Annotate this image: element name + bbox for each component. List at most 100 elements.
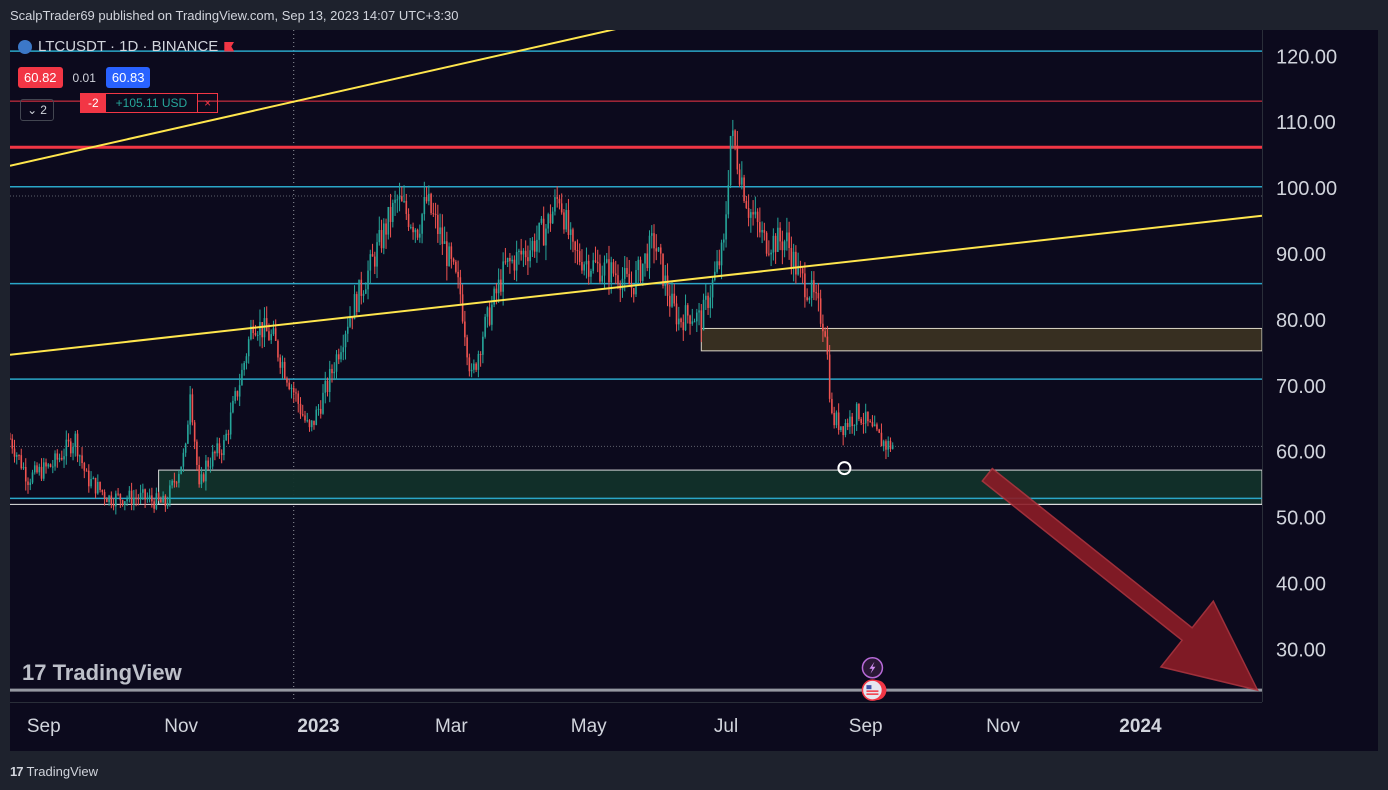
candle-body xyxy=(867,411,869,422)
price-tick-label: 60.00 xyxy=(1276,442,1326,464)
candle-body xyxy=(160,499,162,503)
candle-body xyxy=(804,273,806,298)
chart-frame[interactable]: 17 TradingView 120.00 110.00 100.00 90.00 80.… xyxy=(10,30,1378,751)
candle-body xyxy=(38,466,41,473)
candle-body xyxy=(511,259,513,262)
price-chart[interactable]: 17 TradingView 120.00 110.00 100.00 90.00 80.… xyxy=(10,30,1378,751)
candle-body xyxy=(461,294,464,322)
tradingview-logo-icon: 17 xyxy=(10,763,24,779)
candle-body xyxy=(851,416,853,427)
candle-body xyxy=(27,481,29,485)
candle-body xyxy=(628,273,631,285)
candle-body xyxy=(813,280,815,293)
candle-body xyxy=(596,261,599,264)
time-tick-label: Nov xyxy=(986,716,1020,737)
candle-body xyxy=(333,371,336,374)
candle-body xyxy=(558,198,561,204)
candle-body xyxy=(736,145,739,170)
us-flag-icon xyxy=(861,679,884,701)
legend-toggle-button[interactable]: ⌄ 2 xyxy=(20,99,54,121)
candle-body xyxy=(531,240,534,251)
candle-body xyxy=(556,197,558,199)
candle-body xyxy=(477,354,480,370)
candle-body xyxy=(117,493,119,495)
flag-icon[interactable] xyxy=(224,41,235,52)
candle-body xyxy=(470,369,473,372)
candle-body xyxy=(121,500,124,506)
candle-body xyxy=(853,424,856,427)
candle-body xyxy=(635,270,637,295)
candle-body xyxy=(29,482,32,485)
candle-body xyxy=(565,210,567,230)
candle-body xyxy=(243,362,245,370)
candle-body xyxy=(657,247,660,252)
candle-body xyxy=(763,229,766,233)
candle-body xyxy=(765,232,768,254)
candle-body xyxy=(795,251,797,275)
candle-body xyxy=(468,357,471,372)
candle-body xyxy=(76,433,79,457)
candle-body xyxy=(277,340,279,358)
candle-body xyxy=(723,239,725,243)
candle-body xyxy=(33,465,36,473)
candle-body xyxy=(103,492,106,499)
candle-body xyxy=(189,394,191,425)
candle-body xyxy=(290,387,293,390)
candle-body xyxy=(310,420,313,428)
price-tick-label: 90.00 xyxy=(1276,244,1326,266)
candle-body xyxy=(666,275,669,296)
candle-body xyxy=(446,241,448,266)
candle-body xyxy=(691,321,694,324)
candle-body xyxy=(11,438,14,449)
candle-body xyxy=(693,321,696,323)
candle-body xyxy=(196,441,198,465)
candle-body xyxy=(844,423,847,436)
candle-body xyxy=(439,227,441,235)
candle-body xyxy=(279,357,282,368)
candle-body xyxy=(500,279,502,292)
candle-body xyxy=(313,420,315,425)
candle-body xyxy=(115,493,117,507)
candle-body xyxy=(322,392,324,414)
candle-body xyxy=(193,422,196,442)
candle-body xyxy=(705,295,707,300)
candle-body xyxy=(711,279,714,298)
candle-body xyxy=(227,433,230,435)
candle-body xyxy=(45,462,47,467)
close-position-button[interactable]: × xyxy=(198,94,217,112)
candle-body xyxy=(40,466,43,479)
candle-body xyxy=(876,424,878,430)
candle-body xyxy=(144,489,146,500)
sell-button[interactable]: 60.82 xyxy=(18,67,63,88)
candle-body xyxy=(632,288,635,295)
candle-body xyxy=(603,262,606,276)
candle-body xyxy=(702,299,705,331)
candle-body xyxy=(97,481,99,494)
time-tick-label: 2024 xyxy=(1119,716,1162,737)
candle-body xyxy=(891,445,894,449)
position-label[interactable]: -2 +105.11 USD × xyxy=(80,93,219,113)
candle-body xyxy=(646,253,649,269)
candle-body xyxy=(608,259,610,283)
candle-body xyxy=(299,403,302,415)
candle-body xyxy=(689,315,691,324)
candle-body xyxy=(211,451,214,467)
candle-body xyxy=(540,218,543,223)
candle-body xyxy=(355,294,358,313)
candle-body xyxy=(547,214,549,229)
buy-button[interactable]: 60.83 xyxy=(105,67,151,88)
time-tick-label: Sep xyxy=(849,716,883,737)
symbol-header[interactable]: LTCUSDT · 1D · BINANCE xyxy=(18,38,235,55)
candle-body xyxy=(779,227,781,242)
candle-body xyxy=(191,394,194,423)
candle-body xyxy=(274,328,277,341)
candle-body xyxy=(401,196,403,202)
candle-body xyxy=(133,497,135,505)
candle-body xyxy=(135,497,137,499)
candle-body xyxy=(862,422,865,424)
candle-body xyxy=(326,380,329,393)
candle-body xyxy=(200,474,203,485)
candle-body xyxy=(639,259,642,281)
candle-body xyxy=(549,214,552,224)
candle-body xyxy=(112,504,115,507)
